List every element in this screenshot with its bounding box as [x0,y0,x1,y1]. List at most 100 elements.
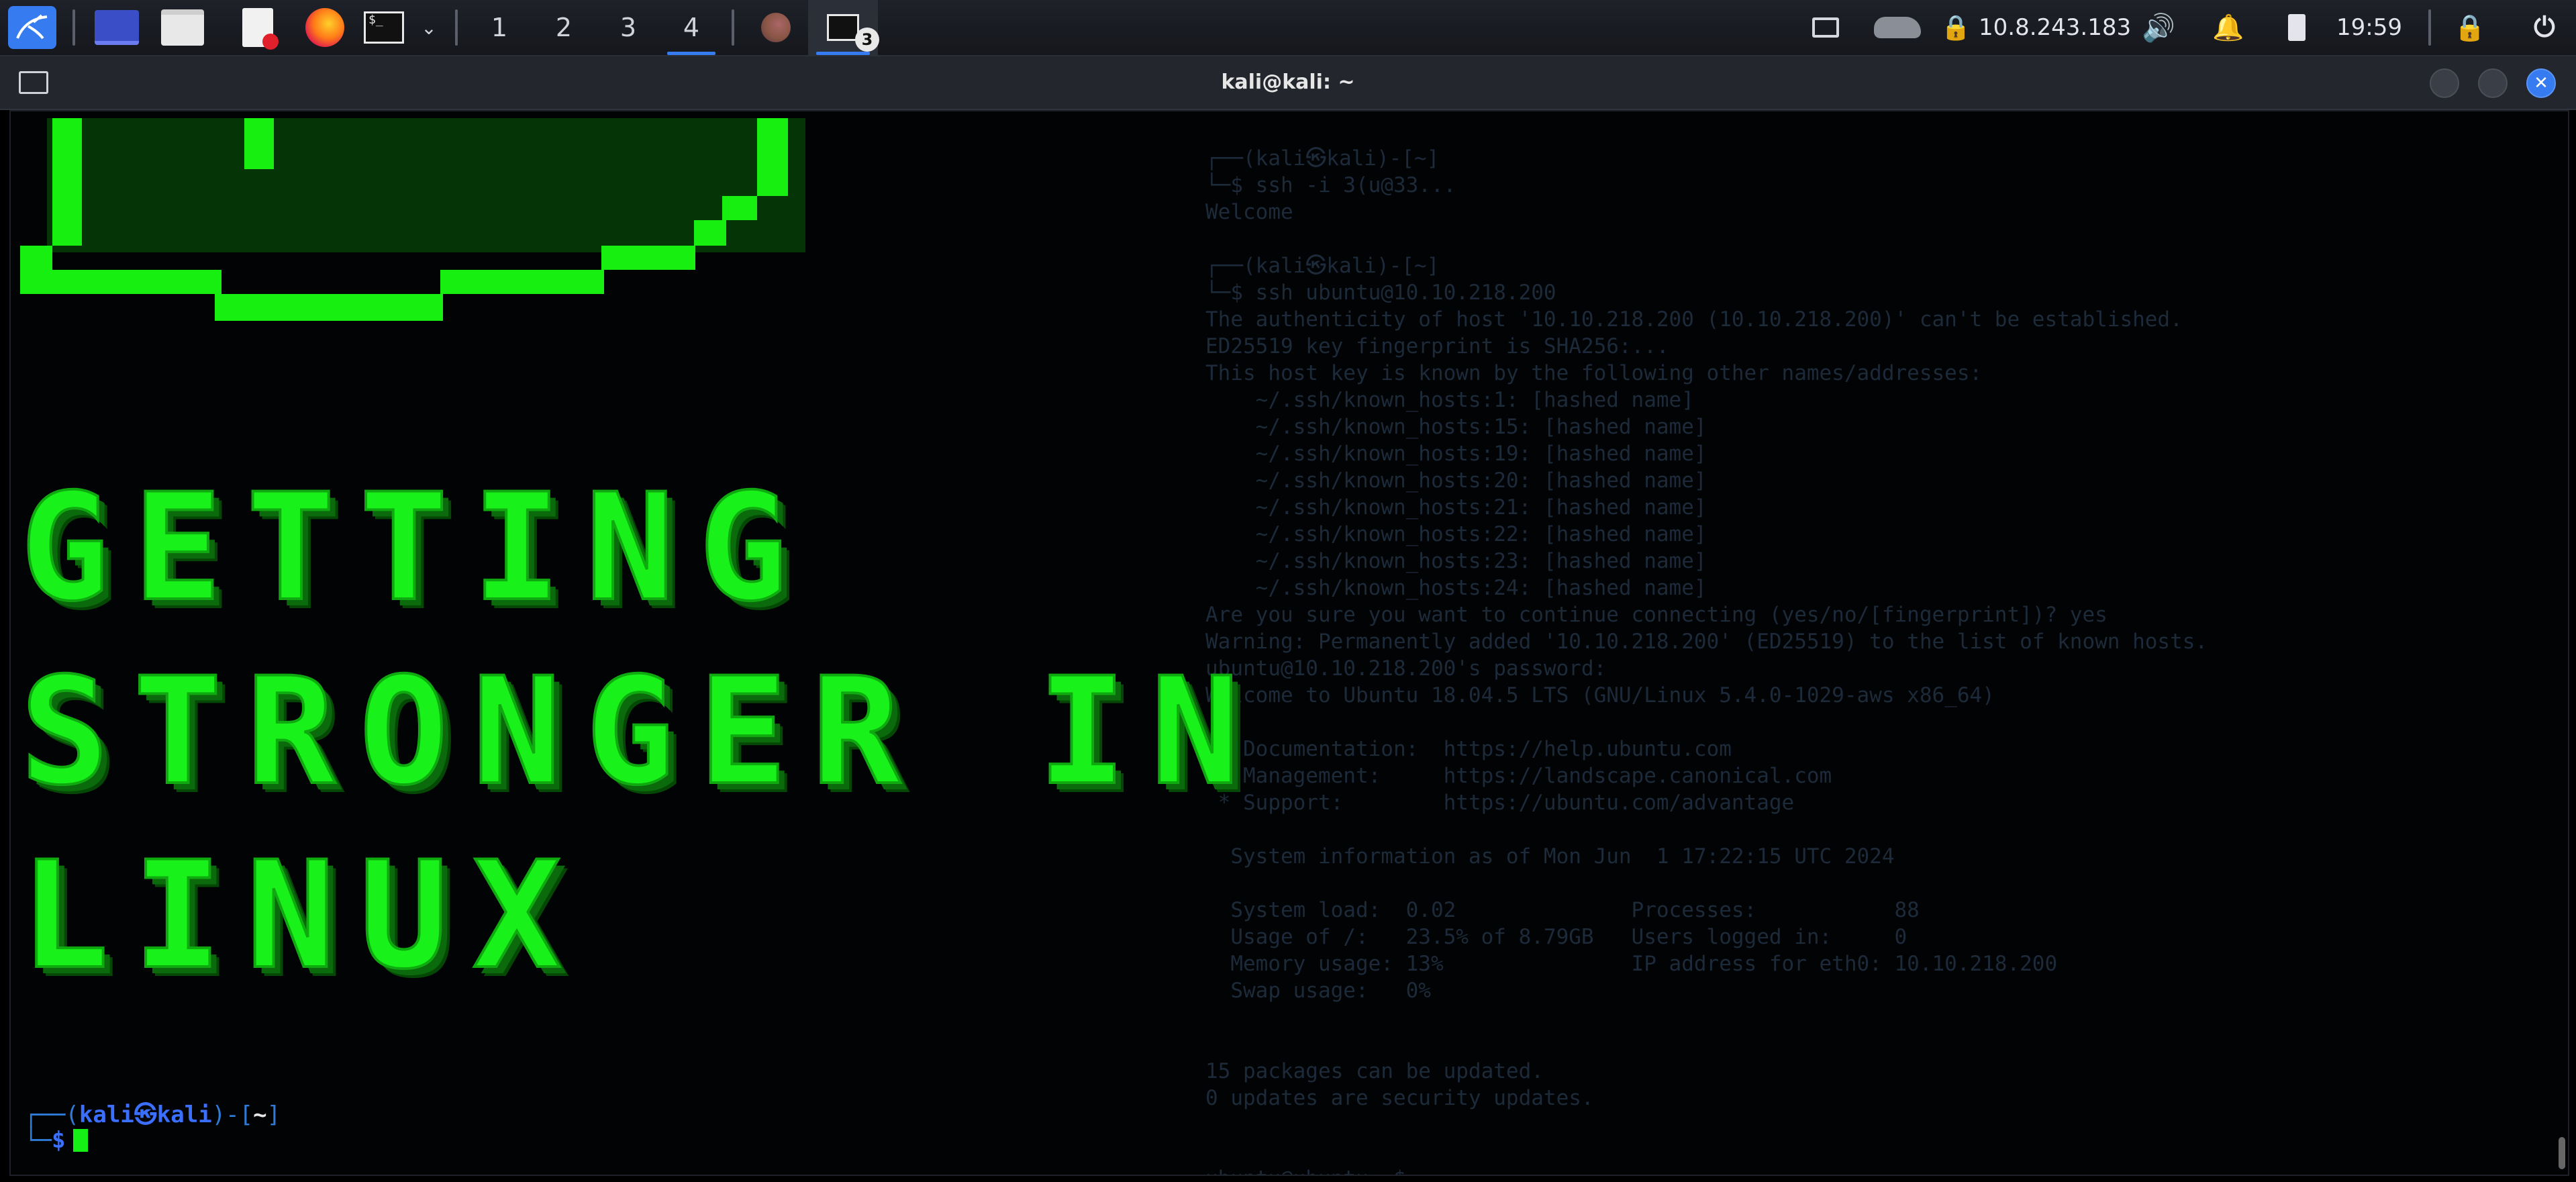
lock-screen-icon: 🔒 [2454,12,2486,42]
background-output-line [1205,1138,2548,1165]
banner-line-3: LINUX [19,830,586,1001]
close-icon: ✕ [2534,73,2548,93]
firefox-task-button[interactable] [748,0,804,55]
banner-line-1: GETTING [19,462,812,634]
show-desktop-button[interactable] [91,0,142,55]
clock[interactable]: 19:59 [2329,0,2410,55]
prompt-symbol: $ [51,1127,66,1154]
background-output-line: ~/.ssh/known_hosts:21: [hashed name] [1205,495,1707,520]
workspace-1[interactable]: 1 [473,0,526,55]
notification-bell-icon: 🔔 [2212,12,2244,42]
terminal-icon: $_ [364,11,404,44]
background-output-line [1205,226,2548,252]
background-output-line: ~/.ssh/known_hosts:15: [hashed name] [1205,415,1707,439]
background-output-line: Usage of /: 23.5% of 8.79GB Users logged… [1205,925,1908,949]
background-output-line: └─$ ssh -i 3(u@33... [1205,173,1456,197]
background-output-line: * Documentation: https://help.ubuntu.com [1205,737,1732,761]
background-output-line: ┌──(kali㉿kali)-[~] [1205,146,1440,170]
terminal-launcher-button[interactable]: $_ [361,0,407,55]
battery-button[interactable] [2278,0,2316,55]
shell-prompt: ┌──(kali㉿kali)-[~] └─$ [24,1101,281,1154]
maximize-button[interactable] [2478,68,2508,98]
terminal-task-button[interactable]: 3 [808,0,879,55]
terminal-task-icon [827,14,859,41]
background-output-line [1205,1031,2548,1058]
window-title: kali@kali: ~ [1221,70,1355,94]
background-output-line: ~/.ssh/known_hosts:1: [hashed name] [1205,388,1694,412]
kali-menu-button[interactable] [5,0,59,55]
firefox-icon [305,8,344,47]
top-panel: $_ ⌄ 1 2 3 4 3 🔒 10.8.243.183 🔊 🔔 19:59 … [0,0,2576,56]
background-output-line [1205,709,2548,736]
background-output-line: ED25519 key fingerprint is SHA256:... [1205,334,1669,358]
active-task-indicator [816,52,870,55]
workspace-3[interactable]: 3 [601,0,655,55]
prompt-host: kali [156,1101,212,1128]
workspace-label: 4 [683,13,700,42]
workspace-label: 3 [620,13,637,42]
prompt-user: kali [79,1101,134,1128]
background-output-line: The authenticity of host '10.10.218.200 … [1205,307,2183,332]
firefox-task-icon [761,13,791,42]
launcher-dropdown[interactable]: ⌄ [412,0,446,55]
text-cursor[interactable] [73,1129,89,1152]
volume-icon: 🔊 [2142,12,2175,44]
background-output-line: System information as of Mon Jun 1 17:22… [1205,844,1895,869]
prompt-path: ~ [253,1101,267,1128]
background-output-line [1205,1112,2548,1138]
task-count-badge: 3 [855,28,879,52]
background-output-line: Warning: Permanently added '10.10.218.20… [1205,630,2208,654]
lock-screen-button[interactable]: 🔒 [2450,0,2490,55]
notifications-button[interactable]: 🔔 [2208,0,2248,55]
background-output-line [1205,1004,2548,1031]
firefox-button[interactable] [298,0,352,55]
kali-menu-icon [8,6,56,49]
active-workspace-indicator [667,52,715,55]
background-output-line: └─$ ssh ubuntu@10.10.218.200 [1205,281,1556,305]
display-icon [1812,17,1839,38]
background-output-line: ubuntu@10.10.218.200's password: [1205,656,1607,681]
window-titlebar[interactable]: kali@kali: ~ ✕ [0,56,2576,110]
background-output-line: Welcome [1205,200,1293,224]
text-editor-icon [242,8,279,50]
background-output-line: ~/.ssh/known_hosts:20: [hashed name] [1205,469,1707,493]
desktop-icon [95,10,139,45]
background-output-line: 15 packages can be updated. [1205,1059,1544,1083]
background-output-line: ~/.ssh/known_hosts:24: [hashed name] [1205,576,1707,600]
chevron-down-icon: ⌄ [421,16,437,39]
cloud-button[interactable] [1869,0,1926,55]
terminal-scrollbar[interactable] [2559,1137,2565,1169]
background-output-line: ~/.ssh/known_hosts:22: [hashed name] [1205,522,1707,546]
vpn-button[interactable]: 🔒 [1937,0,1975,55]
file-manager-button[interactable] [157,0,208,55]
minimize-button[interactable] [2430,68,2459,98]
terminal-area[interactable]: ┌──(kali㉿kali)-[~] └─$ ssh -i 3(u@33... We… [9,110,2569,1176]
clock-time: 19:59 [2336,14,2402,41]
text-editor-button[interactable] [232,0,283,55]
background-output-line: ~/.ssh/known_hosts:23: [hashed name] [1205,549,1707,573]
file-manager-icon [161,9,204,46]
background-output-line: This host key is known by the following … [1205,361,1983,385]
background-output-line: Swap usage: 0% [1205,979,1431,1003]
banner-line-2: STRONGER IN [19,646,1264,818]
background-output-line: System load: 0.02 Processes: 88 [1205,898,1920,922]
display-button[interactable] [1805,0,1846,55]
close-button[interactable]: ✕ [2526,68,2556,98]
background-output-line [1205,816,2548,843]
background-output-line [1205,870,2548,897]
background-output-line: Welcome to Ubuntu 18.04.5 LTS (GNU/Linux… [1205,683,1995,707]
volume-button[interactable]: 🔊 [2138,0,2179,55]
workspace-4[interactable]: 4 [659,0,724,55]
background-output-line: Memory usage: 13% IP address for eth0: 1… [1205,952,2058,976]
vpn-ip-label: 10.8.243.183 [1979,0,2131,55]
background-output-line: Are you sure you want to continue connec… [1205,603,2108,627]
vpn-lock-icon: 🔒 [1940,14,1971,42]
ip-address: 10.8.243.183 [1979,14,2132,41]
cloud-icon [1874,17,1921,38]
workspace-label: 1 [491,13,508,42]
workspace-label: 2 [555,13,573,42]
background-output-line: ~/.ssh/known_hosts:19: [hashed name] [1205,442,1707,466]
power-button[interactable]: ⏻ [2521,0,2568,55]
background-output-line: ubuntu@ubuntu:~$ [1205,1165,2548,1175]
workspace-2[interactable]: 2 [537,0,591,55]
